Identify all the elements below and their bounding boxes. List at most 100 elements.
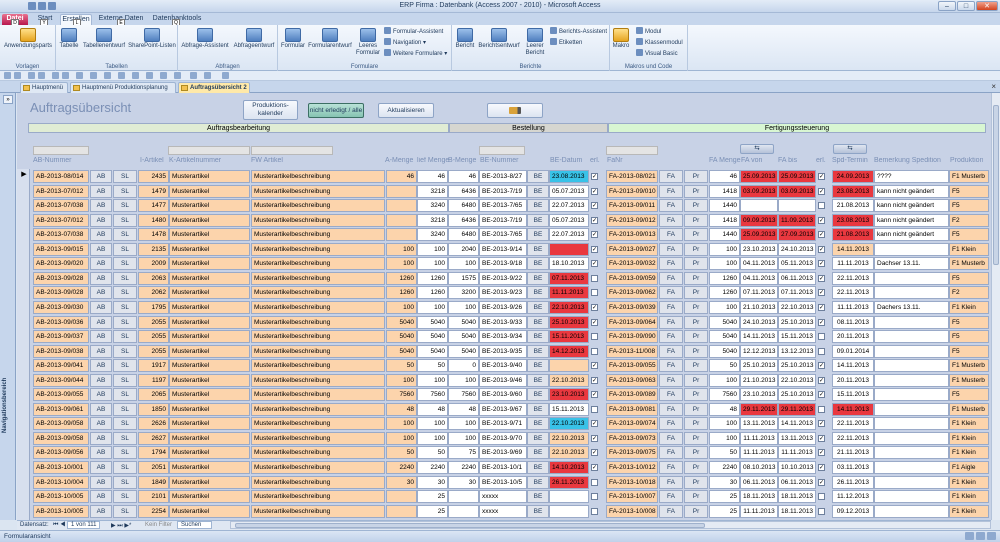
fa-bis[interactable]: 14.11.2013 xyxy=(778,417,816,430)
fw-artikel[interactable]: Musterartikelbeschreibung xyxy=(251,272,385,285)
be-erledigt-checkbox[interactable] xyxy=(591,275,598,282)
pr-button[interactable]: Pr xyxy=(684,388,708,401)
sl-button[interactable]: SL xyxy=(113,490,137,503)
ab-nummer[interactable]: AB-2013-09/028 xyxy=(33,272,89,285)
be-button[interactable]: BE xyxy=(527,170,549,183)
a-menge[interactable]: 5040 xyxy=(386,345,417,358)
sl-button[interactable]: SL xyxy=(113,272,137,285)
sl-button[interactable]: SL xyxy=(113,476,137,489)
be-nummer[interactable]: BE-2013-7/19 xyxy=(479,214,527,227)
produktionskalender-button[interactable]: Produktions- kalender xyxy=(243,100,298,120)
abfrageentwurf-button[interactable]: Abfrageentwurf xyxy=(231,28,277,50)
fa-erledigt-checkbox[interactable]: ✓ xyxy=(818,464,825,471)
pr-button[interactable]: Pr xyxy=(684,199,708,212)
record-position[interactable]: 1 von 111 xyxy=(67,521,101,529)
be-erledigt-checkbox[interactable]: ✓ xyxy=(591,449,598,456)
lief-menge[interactable]: 3240 xyxy=(417,199,448,212)
ab-nummer[interactable]: AB-2013-10/005 xyxy=(33,505,89,518)
produktion[interactable]: F5 xyxy=(949,272,989,285)
produktion[interactable]: F1 Klein xyxy=(949,417,989,430)
fa-button[interactable]: FA xyxy=(659,490,683,503)
ab-nummer[interactable]: AB-2013-09/038 xyxy=(33,345,89,358)
doctab-produktionsplanung[interactable]: Hauptmenü Produktionsplanung xyxy=(70,82,176,93)
fa-nummer[interactable]: FA-2013-09/074 xyxy=(606,417,658,430)
be-button[interactable]: BE xyxy=(527,403,549,416)
be-erledigt-checkbox[interactable]: ✓ xyxy=(591,173,598,180)
i-artikel[interactable]: 1478 xyxy=(138,228,169,241)
k-artikelnummer[interactable]: Musterartikel xyxy=(169,228,250,241)
be-nummer[interactable]: BE-2013-10/5 xyxy=(479,476,527,489)
fa-menge[interactable]: 1260 xyxy=(709,286,740,299)
produktion[interactable]: F5 xyxy=(949,185,989,198)
produktion[interactable]: F1 Musterb xyxy=(949,170,989,183)
fa-bis[interactable]: 05.11.2013 xyxy=(778,257,816,270)
fw-artikel[interactable]: Musterartikelbeschreibung xyxy=(251,330,385,343)
pr-button[interactable]: Pr xyxy=(684,403,708,416)
lief-menge[interactable]: 50 xyxy=(417,446,448,459)
spd-termin[interactable]: 11.12.2013 xyxy=(832,490,874,503)
be-datum[interactable]: 22.10.2013 xyxy=(549,374,589,387)
bemerkung-spedition[interactable]: kann nicht geändert xyxy=(874,228,949,241)
be-nummer[interactable]: BE-2013-9/14 xyxy=(479,243,527,256)
pr-button[interactable]: Pr xyxy=(684,490,708,503)
fa-von[interactable]: 23.10.2013 xyxy=(740,243,778,256)
a-menge[interactable]: 50 xyxy=(386,359,417,372)
produktion[interactable]: F2 xyxy=(949,286,989,299)
be-button[interactable]: BE xyxy=(527,272,549,285)
fa-menge[interactable]: 25 xyxy=(709,490,740,503)
fw-artikel[interactable]: Musterartikelbeschreibung xyxy=(251,403,385,416)
fw-artikel[interactable]: Musterartikelbeschreibung xyxy=(251,228,385,241)
export-button[interactable] xyxy=(487,103,543,118)
a-menge[interactable]: 48 xyxy=(386,403,417,416)
fa-button[interactable]: FA xyxy=(659,316,683,329)
ab-button[interactable]: AB xyxy=(90,185,112,198)
be-datum[interactable]: 22.07.2013 xyxy=(549,199,589,212)
be-datum[interactable]: 14.12.2013 xyxy=(549,345,589,358)
ab-nummer[interactable]: AB-2013-07/012 xyxy=(33,185,89,198)
k-artikelnummer[interactable]: Musterartikel xyxy=(169,359,250,372)
be-nummer[interactable]: xxxxx xyxy=(479,505,527,518)
filter-field[interactable] xyxy=(33,146,89,155)
be-nummer[interactable]: BE-2013-9/34 xyxy=(479,330,527,343)
fa-bis[interactable]: 03.09.2013 xyxy=(778,185,816,198)
fa-nummer[interactable]: FA-2013-10/012 xyxy=(606,461,658,474)
fw-artikel[interactable]: Musterartikelbeschreibung xyxy=(251,243,385,256)
pr-button[interactable]: Pr xyxy=(684,345,708,358)
fw-artikel[interactable]: Musterartikelbeschreibung xyxy=(251,185,385,198)
lief-menge[interactable]: 2240 xyxy=(417,461,448,474)
fa-erledigt-checkbox[interactable]: ✓ xyxy=(818,479,825,486)
scroll-thumb[interactable] xyxy=(993,105,999,265)
i-artikel[interactable]: 2135 xyxy=(138,243,169,256)
i-artikel[interactable]: 1849 xyxy=(138,476,169,489)
sl-button[interactable]: SL xyxy=(113,286,137,299)
bemerkung-spedition[interactable]: kann nicht geändert xyxy=(874,214,949,227)
fa-bis[interactable]: 15.11.2013 xyxy=(778,330,816,343)
fa-bis[interactable]: 25.10.2013 xyxy=(778,316,816,329)
be-datum[interactable] xyxy=(549,243,589,256)
toolbar-icon[interactable] xyxy=(146,72,153,79)
be-datum[interactable]: 05.07.2013 xyxy=(549,185,589,198)
fw-artikel[interactable]: Musterartikelbeschreibung xyxy=(251,417,385,430)
lief-menge[interactable]: 100 xyxy=(417,432,448,445)
fa-von[interactable]: 18.11.2013 xyxy=(740,490,778,503)
horizontal-scrollbar[interactable] xyxy=(230,521,991,529)
fa-menge[interactable]: 100 xyxy=(709,432,740,445)
pr-button[interactable]: Pr xyxy=(684,432,708,445)
be-datum[interactable]: 07.11.2013 xyxy=(549,272,589,285)
ab-button[interactable]: AB xyxy=(90,374,112,387)
k-artikelnummer[interactable]: Musterartikel xyxy=(169,403,250,416)
fa-von[interactable]: 25.09.2013 xyxy=(740,170,778,183)
fa-nummer[interactable]: FA-2013-09/062 xyxy=(606,286,658,299)
be-button[interactable]: BE xyxy=(527,374,549,387)
be-erledigt-checkbox[interactable]: ✓ xyxy=(591,377,598,384)
pr-button[interactable]: Pr xyxy=(684,214,708,227)
sharepoint-listen-button[interactable]: SharePoint-Listen xyxy=(128,28,176,50)
k-artikelnummer[interactable]: Musterartikel xyxy=(169,257,250,270)
a-menge[interactable] xyxy=(386,505,417,518)
be-datum[interactable]: 25.10.2013 xyxy=(549,316,589,329)
filter-field[interactable] xyxy=(606,146,658,155)
fa-menge[interactable]: 100 xyxy=(709,301,740,314)
b-menge[interactable]: 100 xyxy=(448,417,479,430)
fa-button[interactable]: FA xyxy=(659,446,683,459)
be-erledigt-checkbox[interactable]: ✓ xyxy=(591,435,598,442)
